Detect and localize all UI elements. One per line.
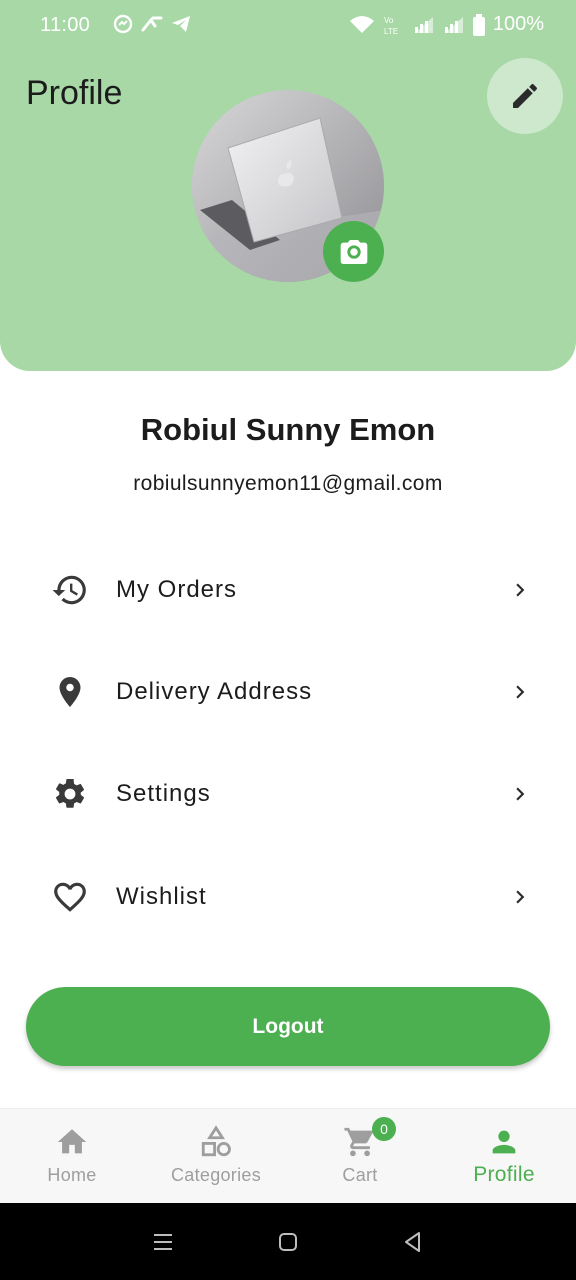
home-icon (57, 1129, 87, 1154)
wifi-icon (349, 15, 374, 33)
status-time: 11:00 (40, 14, 91, 36)
svg-text:LTE: LTE (384, 27, 398, 36)
gear-icon (26, 776, 114, 812)
chevron-right-icon (490, 679, 550, 705)
status-bar: 11:00 Vo LTE 100% (0, 0, 576, 52)
nav-item-profile[interactable]: Profile (432, 1109, 576, 1203)
bottom-navigation: Home Categories 0 Cart Profile (0, 1108, 576, 1203)
page-title: Profile (26, 74, 123, 112)
menu-item-label: Delivery Address (116, 678, 313, 705)
signal-icon (444, 16, 463, 33)
cart-badge: 0 (372, 1117, 396, 1141)
nav-label: Cart (342, 1165, 378, 1185)
user-name: Robiul Sunny Emon (140, 412, 436, 447)
menu-item-wishlist[interactable]: Wishlist (26, 857, 550, 937)
messenger-icon (113, 14, 133, 34)
location-pin-icon (26, 674, 114, 710)
home-square-icon[interactable] (276, 1230, 300, 1254)
system-status-icons: Vo LTE 100% (349, 13, 544, 36)
chevron-right-icon (490, 781, 550, 807)
nav-label: Home (47, 1165, 97, 1185)
battery-percent: 100% (492, 13, 544, 35)
history-icon (26, 571, 114, 609)
menu-item-label: My Orders (116, 576, 238, 603)
chevron-right-icon (490, 884, 550, 910)
nav-item-cart[interactable]: 0 Cart (288, 1109, 432, 1203)
pencil-icon (513, 83, 538, 108)
carrier-icon (141, 16, 163, 32)
logout-button[interactable]: Logout (26, 987, 550, 1066)
person-icon (492, 1130, 516, 1154)
heart-icon (26, 878, 114, 916)
change-photo-button[interactable] (323, 221, 384, 282)
system-navigation-bar (0, 1203, 576, 1280)
battery-icon (472, 13, 485, 36)
signal-icon (414, 16, 433, 33)
volte-icon: Vo LTE (384, 16, 398, 36)
nav-label: Profile (473, 1163, 535, 1186)
menu-icon[interactable] (151, 1230, 175, 1254)
back-icon[interactable] (401, 1230, 425, 1254)
categories-icon (201, 1125, 231, 1157)
menu-item-my-orders[interactable]: My Orders (26, 550, 550, 630)
camera-icon (340, 239, 367, 264)
menu-item-label: Settings (116, 780, 211, 807)
telegram-icon (172, 16, 190, 32)
chevron-right-icon (490, 577, 550, 603)
user-email: robiulsunnyemon11@gmail.com (133, 472, 443, 495)
nav-item-categories[interactable]: Categories (144, 1109, 288, 1203)
nav-item-home[interactable]: Home (0, 1109, 144, 1203)
notification-icons (113, 14, 191, 34)
menu-item-delivery-address[interactable]: Delivery Address (26, 652, 550, 732)
edit-profile-button[interactable] (487, 58, 563, 134)
menu-item-settings[interactable]: Settings (26, 754, 550, 834)
nav-label: Categories (170, 1165, 262, 1185)
menu-item-label: Wishlist (116, 883, 207, 910)
svg-text:Vo: Vo (384, 16, 394, 25)
